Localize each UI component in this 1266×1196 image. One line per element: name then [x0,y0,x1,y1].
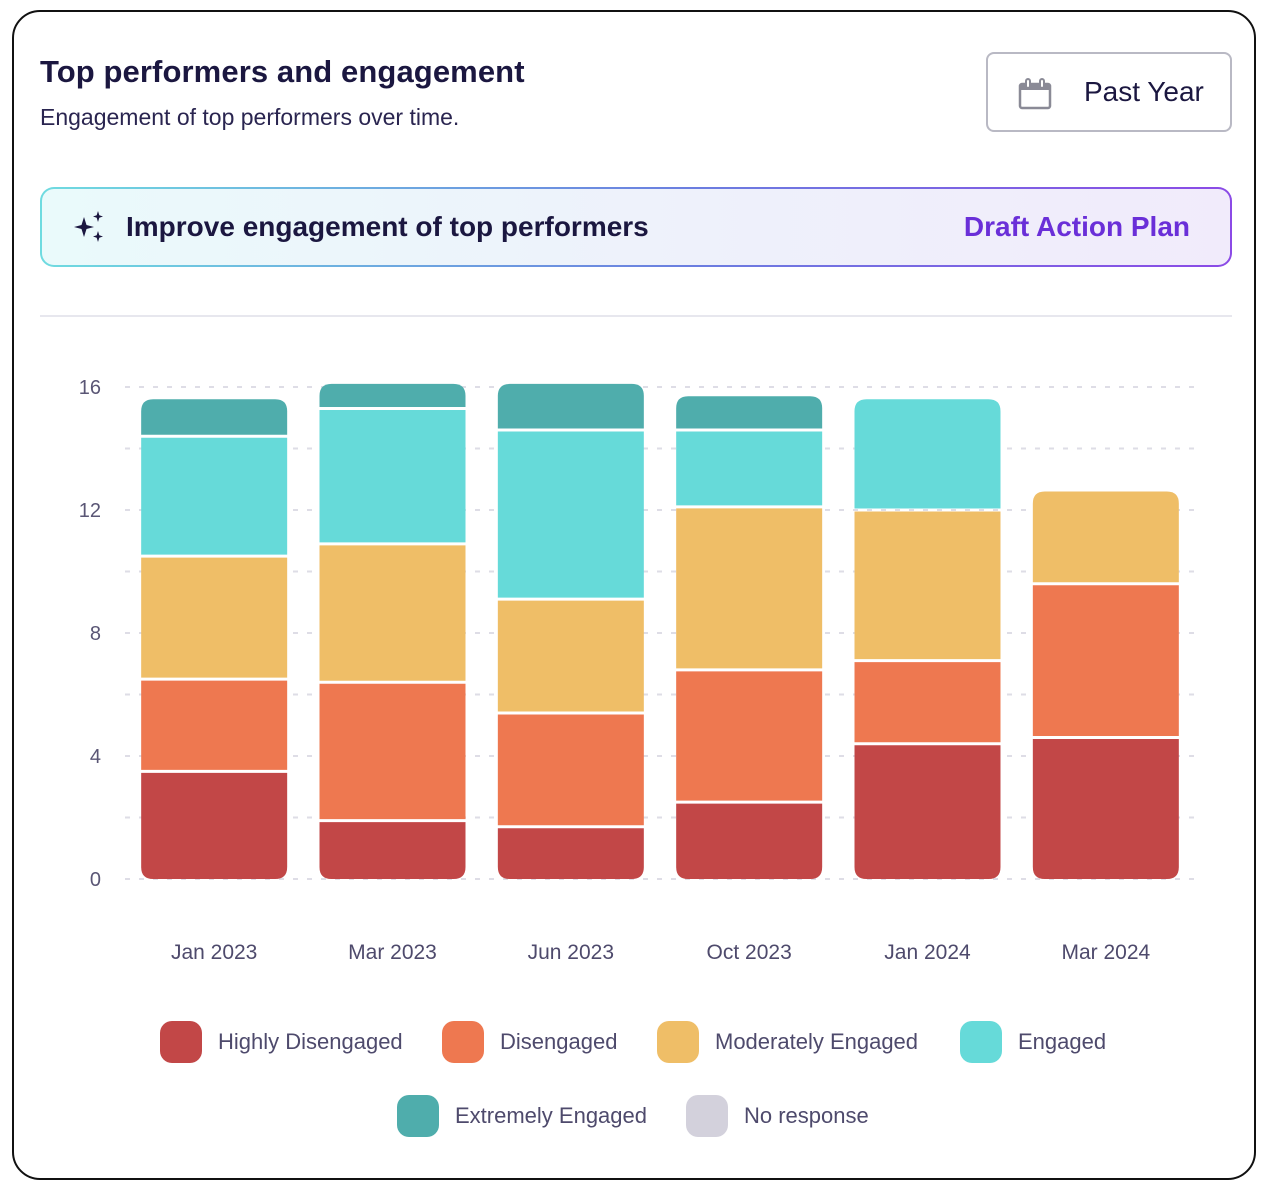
bar-segment-disengaged[interactable] [854,662,1001,743]
bar-segment-moderately-engaged[interactable] [854,511,1001,660]
bar-segment-highly-disengaged[interactable] [1032,739,1179,879]
legend-label: Moderately Engaged [715,1029,919,1054]
x-tick-label: Oct 2023 [707,941,792,964]
legend-item[interactable]: Extremely Engaged [397,1095,647,1137]
bar-stack[interactable] [497,383,644,879]
legend-label: Engaged [1018,1029,1107,1054]
bars [141,383,1179,879]
bar-segment-highly-disengaged[interactable] [854,745,1001,879]
bar-segment-engaged[interactable] [319,410,466,543]
bar-segment-highly-disengaged[interactable] [319,822,466,879]
bar-segment-moderately-engaged[interactable] [497,600,644,712]
bar-segment-extremely-engaged[interactable] [497,383,644,429]
legend-item[interactable]: Disengaged [442,1021,617,1063]
y-tick-label: 16 [79,377,101,399]
y-axis-ticks: 0 4 8 12 16 [79,377,101,891]
y-tick-label: 4 [90,746,101,768]
bar-segment-disengaged[interactable] [497,714,644,826]
legend-item[interactable]: Highly Disengaged [160,1021,403,1063]
legend-label: Extremely Engaged [455,1103,647,1128]
legend-item[interactable]: Moderately Engaged [657,1021,918,1063]
bar-segment-disengaged[interactable] [141,680,288,770]
bar-segment-extremely-engaged[interactable] [319,383,466,408]
bar-segment-engaged[interactable] [497,431,644,598]
bar-segment-engaged[interactable] [141,437,288,555]
bar-segment-disengaged[interactable] [1032,585,1179,737]
bar-segment-engaged[interactable] [854,399,1001,509]
legend-swatch [686,1095,728,1137]
legend-label: Highly Disengaged [218,1029,403,1054]
y-tick-label: 12 [79,500,101,522]
bar-segment-disengaged[interactable] [676,671,823,801]
bar-segment-moderately-engaged[interactable] [1032,491,1179,583]
legend-swatch [442,1021,484,1063]
legend-swatch [397,1095,439,1137]
bar-segment-highly-disengaged[interactable] [497,828,644,879]
x-axis-labels: Jan 2023 Mar 2023 Jun 2023 Oct 2023 Jan 2024… [171,941,1151,964]
bar-segment-disengaged[interactable] [319,683,466,820]
y-tick-label: 8 [90,623,101,645]
stacked-bar-chart: 0 4 8 12 16 Jan 2023 Mar 2023 Jun 2023 Oct 2023… [79,377,1195,964]
legend-swatch [960,1021,1002,1063]
legend-swatch [160,1021,202,1063]
bar-stack[interactable] [854,399,1001,879]
x-tick-label: Jun 2023 [528,941,614,964]
bar-segment-moderately-engaged[interactable] [141,557,288,678]
legend-label: No response [744,1103,869,1128]
bar-segment-extremely-engaged[interactable] [141,399,288,435]
x-tick-label: Jan 2024 [884,941,971,964]
legend-item[interactable]: Engaged [960,1021,1106,1063]
legend-swatch [657,1021,699,1063]
bar-segment-highly-disengaged[interactable] [676,803,823,879]
bar-segment-engaged[interactable] [676,431,823,506]
x-tick-label: Mar 2023 [348,941,437,964]
bar-stack[interactable] [676,396,823,879]
bar-segment-moderately-engaged[interactable] [676,508,823,669]
bar-segment-extremely-engaged[interactable] [676,396,823,429]
legend-item[interactable]: No response [686,1095,869,1137]
x-tick-label: Mar 2024 [1061,941,1150,964]
y-tick-label: 0 [90,869,101,891]
x-tick-label: Jan 2023 [171,941,257,964]
bar-stack[interactable] [1032,491,1179,879]
bar-segment-moderately-engaged[interactable] [319,545,466,681]
bar-stack[interactable] [319,383,466,879]
legend-label: Disengaged [500,1029,618,1054]
bar-stack[interactable] [141,399,288,879]
bar-segment-highly-disengaged[interactable] [141,772,288,879]
